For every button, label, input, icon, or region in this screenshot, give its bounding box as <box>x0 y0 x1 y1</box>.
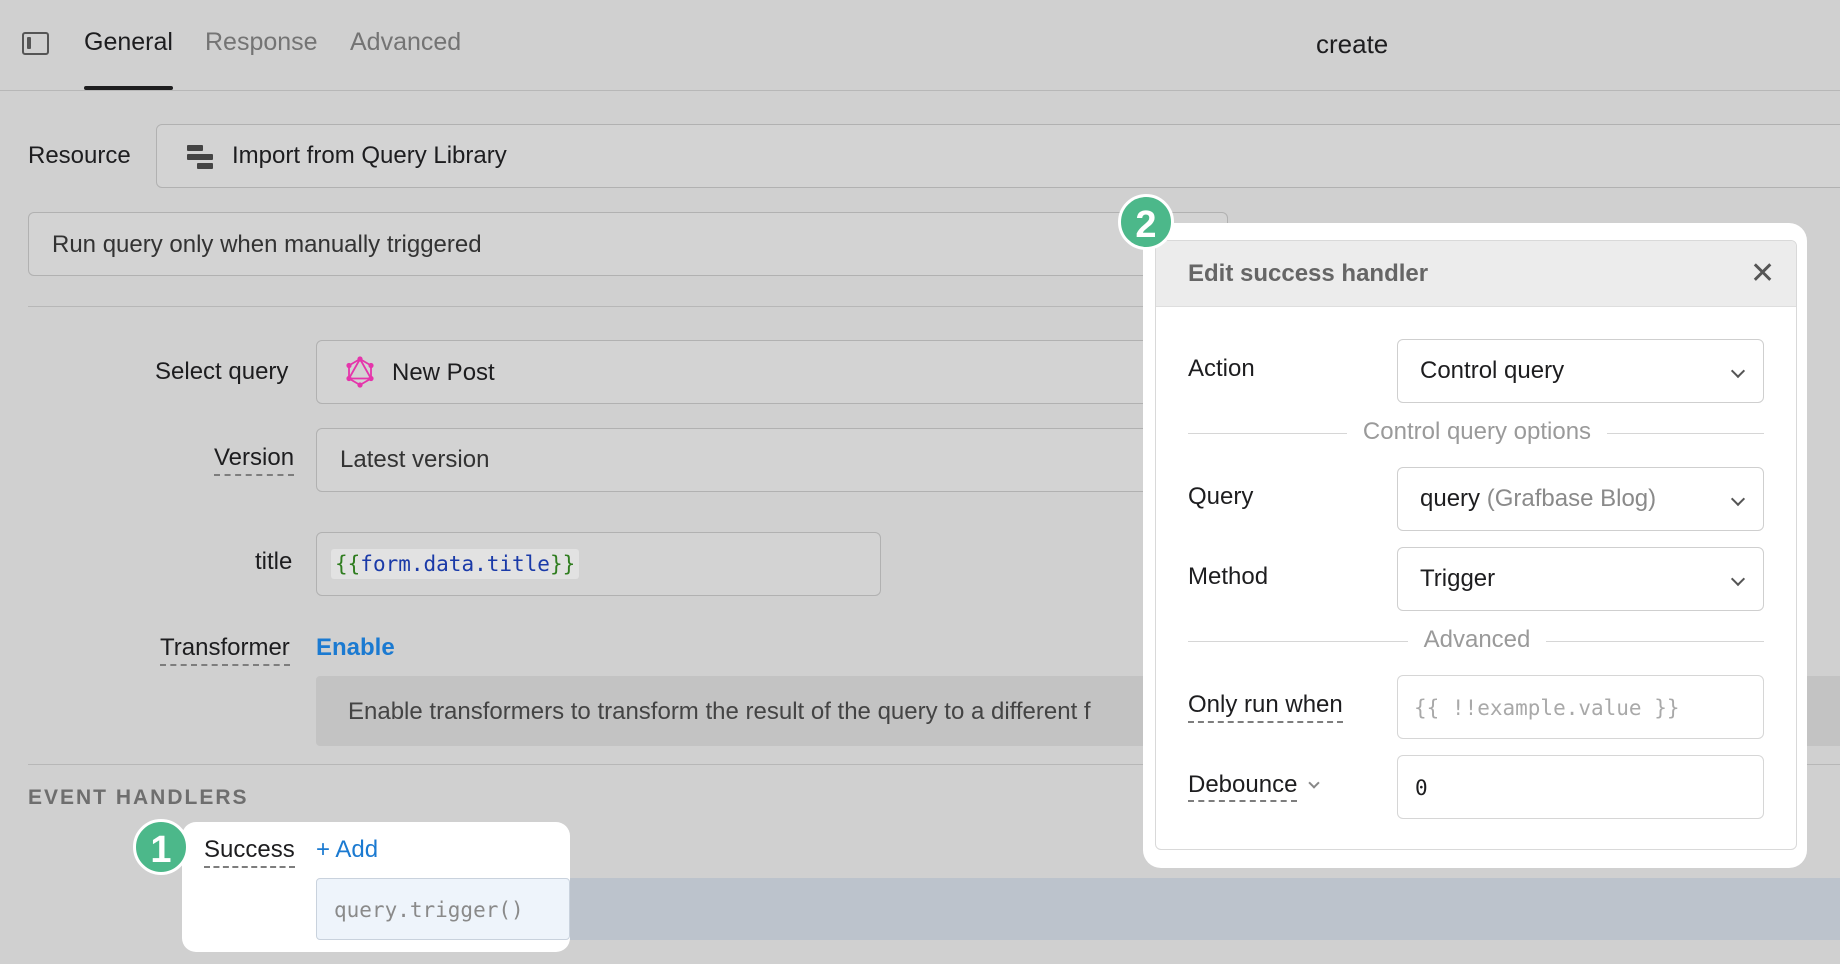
query-library-icon <box>187 145 213 169</box>
action-select[interactable]: Control query <box>1397 339 1764 403</box>
query-label: Query <box>1188 483 1254 510</box>
step-badge-1: 1 <box>133 819 189 875</box>
edit-success-handler-popover: Edit success handler ✕ Action Control qu… <box>1155 240 1797 850</box>
title-input-value: {{form.data.title}} <box>331 549 580 579</box>
method-select[interactable]: Trigger <box>1397 547 1764 611</box>
only-run-when-label: Only run when <box>1188 691 1343 723</box>
active-tab-indicator <box>84 86 173 90</box>
control-query-options-section: Control query options <box>1156 418 1796 446</box>
query-name: query <box>1420 485 1481 512</box>
step-badge-2: 2 <box>1118 194 1174 250</box>
debounce-input[interactable]: 0 <box>1397 755 1764 819</box>
title-field-label: title <box>255 548 293 575</box>
advanced-section: Advanced <box>1156 626 1796 654</box>
graphql-icon <box>346 356 374 388</box>
chevron-down-icon <box>1730 363 1746 379</box>
action-value: Control query <box>1420 357 1565 384</box>
resource-select[interactable]: Import from Query Library <box>156 124 1840 188</box>
method-value: Trigger <box>1420 565 1496 592</box>
only-run-when-input[interactable]: {{ !!example.value }} <box>1397 675 1764 739</box>
section-divider <box>28 306 1228 307</box>
control-query-options-heading: Control query options <box>1346 418 1608 445</box>
select-query-label: Select query <box>155 358 289 385</box>
version-label: Version <box>214 444 295 476</box>
sidebar-toggle-icon[interactable] <box>22 32 49 55</box>
debounce-value: 0 <box>1415 776 1428 800</box>
transformer-label: Transformer <box>160 634 290 666</box>
method-label: Method <box>1188 563 1269 590</box>
event-handlers-heading: EVENT HANDLERS <box>28 786 249 809</box>
action-label: Action <box>1188 355 1255 382</box>
popover-header: Edit success handler ✕ <box>1156 241 1796 307</box>
handler-item[interactable]: query.trigger() <box>316 878 570 940</box>
transformer-info-text: Enable transformers to transform the res… <box>348 698 1091 725</box>
query-select[interactable]: query (Grafbase Blog) <box>1397 467 1764 531</box>
resource-label: Resource <box>28 142 131 169</box>
handler-item-text: query.trigger() <box>334 898 524 922</box>
advanced-heading: Advanced <box>1407 626 1547 653</box>
debounce-label: Debounce <box>1188 771 1298 802</box>
select-query-value: New Post <box>392 359 495 386</box>
query-resource: (Grafbase Blog) <box>1486 485 1657 512</box>
query-value: query (Grafbase Blog) <box>1420 485 1656 513</box>
debounce-label-group[interactable]: Debounce <box>1188 771 1320 802</box>
popover-title: Edit success handler <box>1188 260 1429 287</box>
run-mode-value: Run query only when manually triggered <box>52 231 482 258</box>
add-handler-button[interactable]: + Add <box>316 836 378 864</box>
close-icon[interactable]: ✕ <box>1750 259 1775 289</box>
version-value: Latest version <box>340 446 490 473</box>
tab-advanced[interactable]: Advanced <box>350 28 461 57</box>
page-title: create <box>1316 29 1389 59</box>
chevron-down-icon <box>1730 571 1746 587</box>
transformer-enable-link[interactable]: Enable <box>316 634 395 662</box>
tab-response[interactable]: Response <box>205 28 318 57</box>
title-input[interactable]: {{form.data.title}} <box>316 532 881 596</box>
resource-value: Import from Query Library <box>232 142 507 169</box>
chevron-down-icon <box>1308 777 1320 789</box>
run-mode-select[interactable]: Run query only when manually triggered <box>28 212 1228 276</box>
only-run-when-placeholder: {{ !!example.value }} <box>1414 696 1680 720</box>
tab-general[interactable]: General <box>84 28 173 57</box>
success-label: Success <box>204 836 295 868</box>
chevron-down-icon <box>1730 491 1746 507</box>
title-expression: form.data.title <box>360 552 550 576</box>
